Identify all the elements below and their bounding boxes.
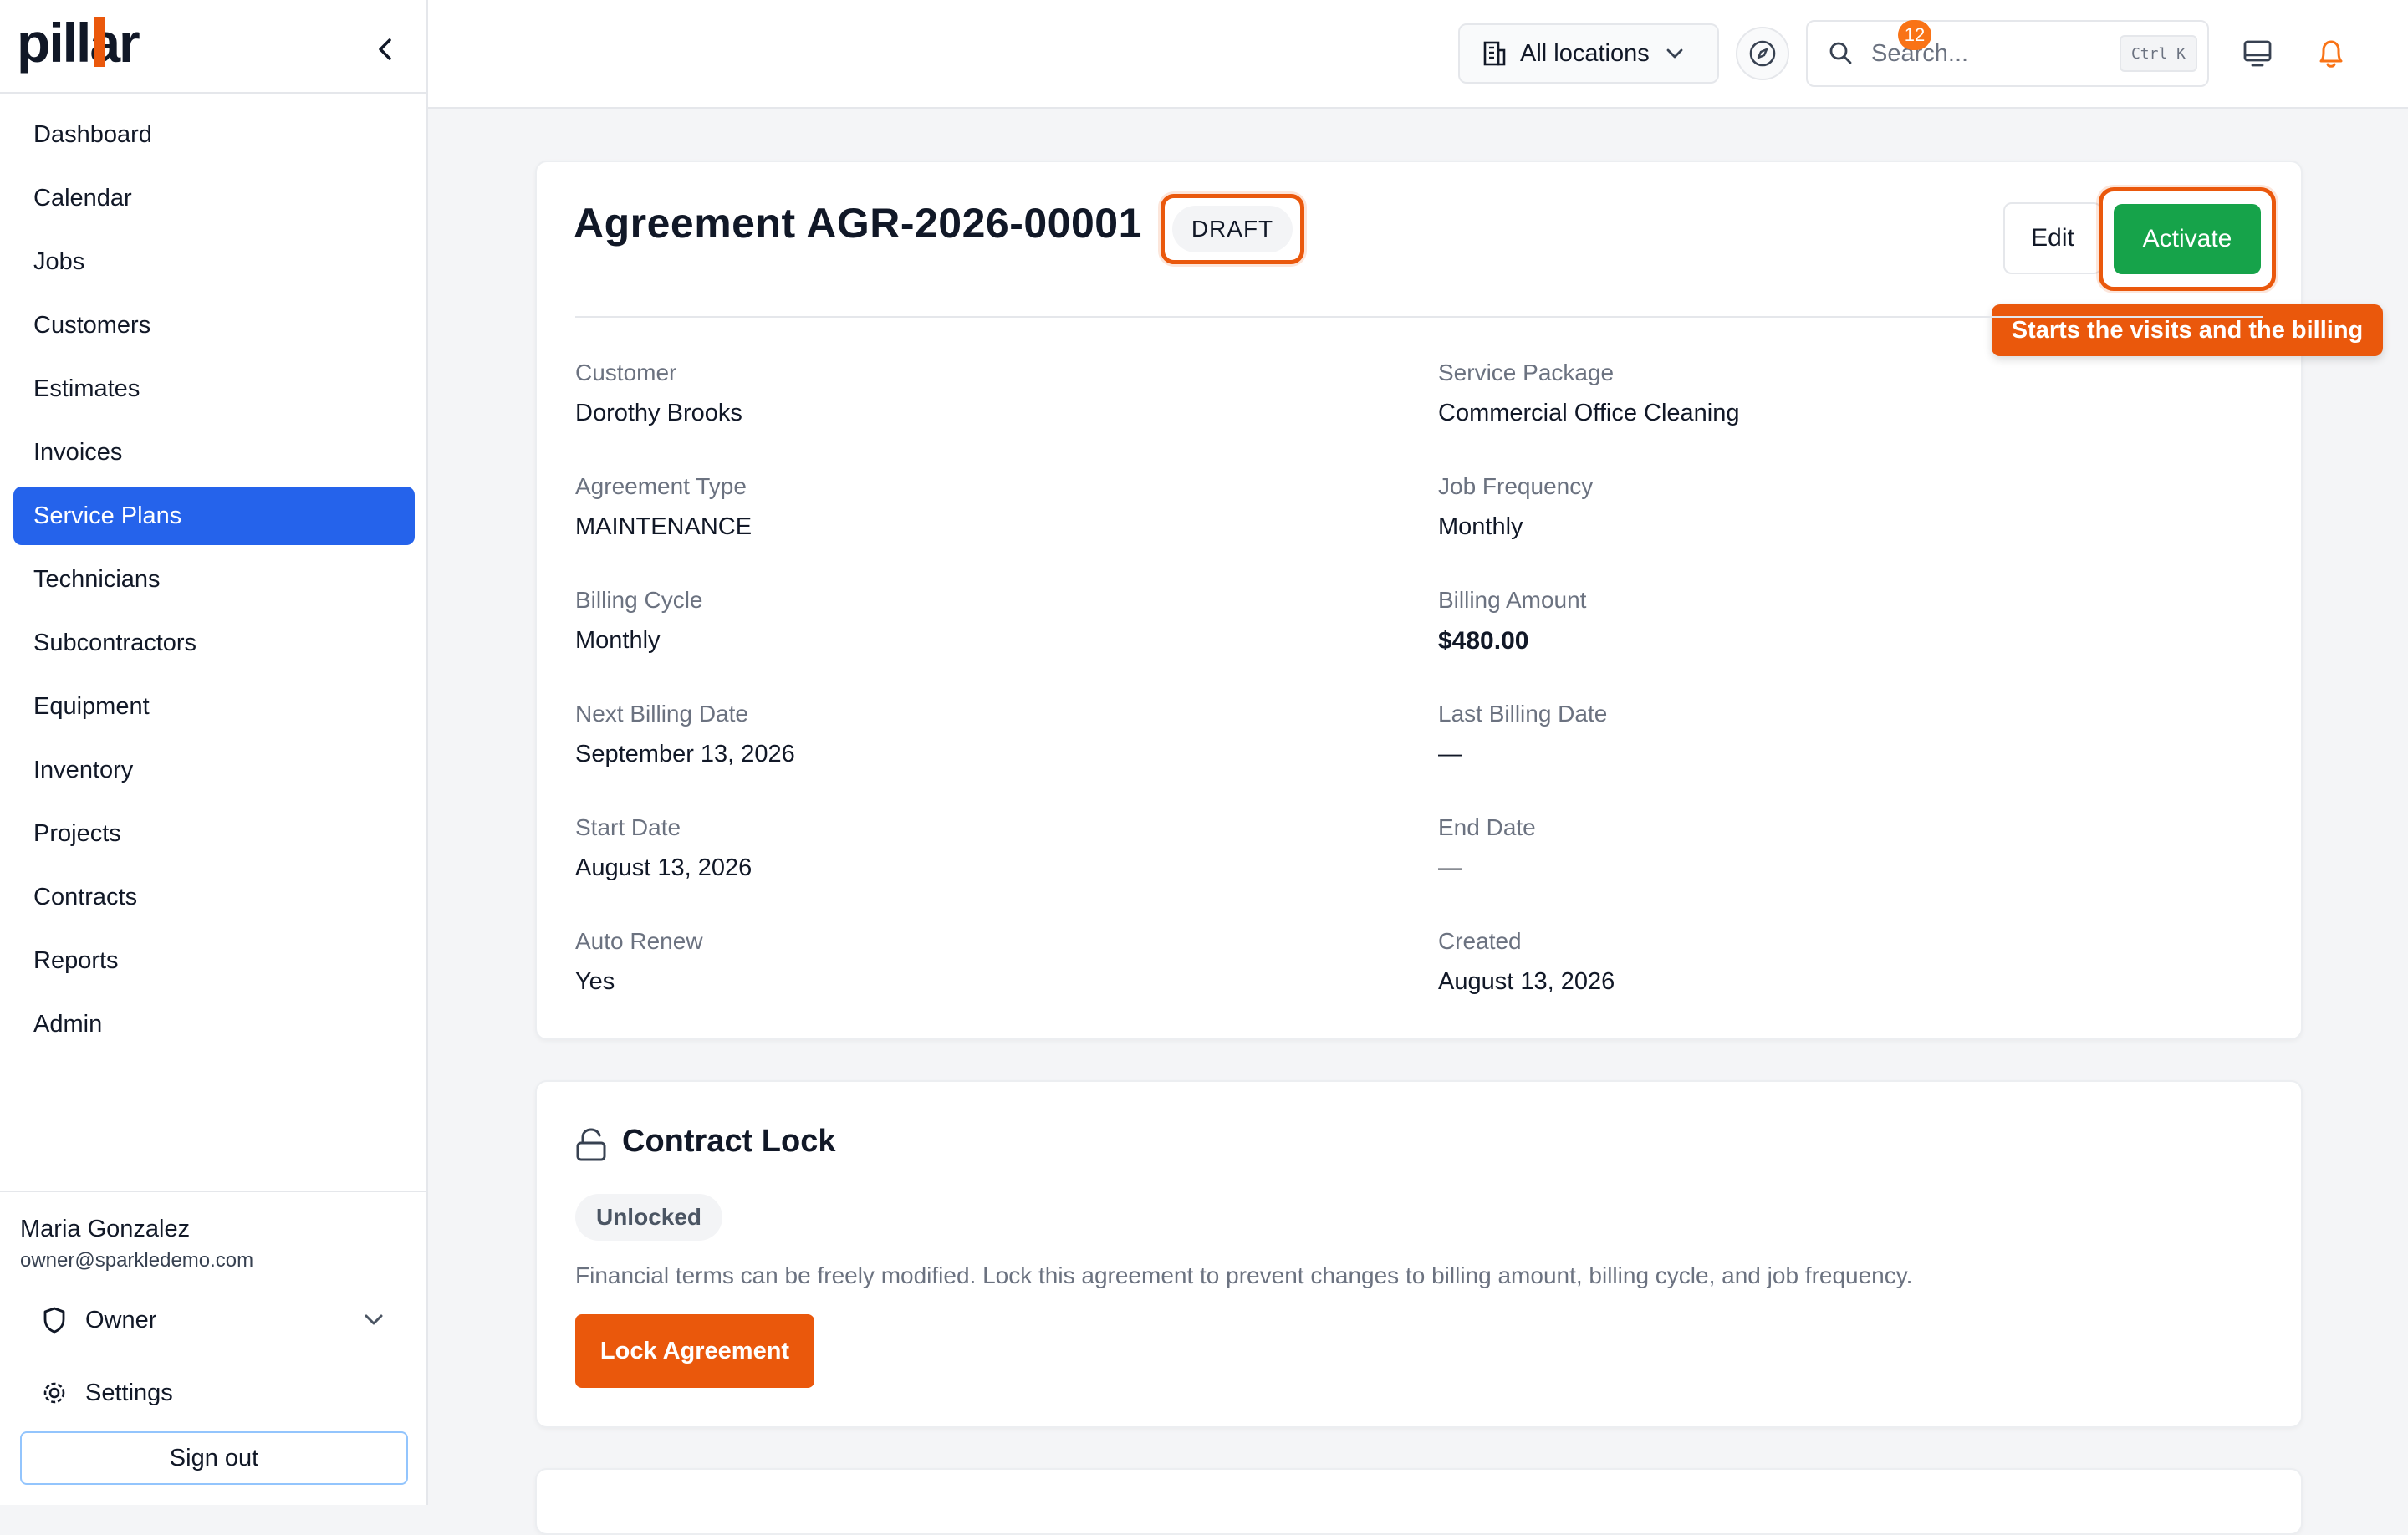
field-value: MAINTENANCE [575,513,752,540]
sidebar-item-projects[interactable]: Projects [13,804,415,863]
sidebar-item-estimates[interactable]: Estimates [13,360,415,418]
field-label: Job Frequency [1438,473,1594,499]
monitor-icon [2243,40,2272,67]
sidebar-divider [0,92,426,94]
header-divider [575,316,2263,318]
chevron-down-icon [365,1314,383,1325]
field-value: Yes [575,968,615,995]
chevron-down-icon [1666,48,1683,59]
sidebar-item-jobs[interactable]: Jobs [13,232,415,291]
field-label: Agreement Type [575,473,747,499]
user-email: owner@sparkledemo.com [20,1249,254,1272]
contract-lock-title: Contract Lock [622,1124,836,1159]
field-value: August 13, 2026 [1438,968,1615,995]
role-label: Owner [85,1306,157,1334]
field-end-date: End Date — [1438,814,1536,882]
field-value: Monthly [575,627,661,654]
field-label: Created [1438,928,1522,954]
topbar: All locations Ctrl K [428,0,2408,109]
sidebar-item-invoices[interactable]: Invoices [13,423,415,482]
monitor-button[interactable] [2237,33,2278,74]
building-icon [1483,41,1506,66]
shield-icon [43,1307,65,1334]
location-select[interactable]: All locations [1458,23,1719,84]
field-label: Start Date [575,814,681,840]
location-select-value: All locations [1520,39,1650,67]
field-last-billing-date: Last Billing Date — [1438,701,1607,768]
activate-button[interactable]: Activate [2114,204,2261,274]
field-agreement-type: Agreement Type MAINTENANCE [575,473,752,541]
field-customer: Customer Dorothy Brooks [575,360,742,427]
sidebar-footer-divider [0,1191,426,1192]
brand-logo[interactable]: pillar [17,12,176,82]
settings-label: Settings [85,1379,173,1406]
bell-icon [2319,40,2343,68]
sidebar-item-dashboard[interactable]: Dashboard [13,105,415,164]
svg-text:pillar: pillar [17,13,140,74]
contract-lock-description: Financial terms can be freely modified. … [575,1262,1913,1288]
chevron-left-icon [379,38,391,60]
field-start-date: Start Date August 13, 2026 [575,814,752,882]
sidebar-item-technicians[interactable]: Technicians [13,550,415,609]
field-job-frequency: Job Frequency Monthly [1438,473,1593,541]
field-service-package: Service Package Commercial Office Cleani… [1438,360,1740,427]
sidebar-item-calendar[interactable]: Calendar [13,169,415,227]
sidebar-item-contracts[interactable]: Contracts [13,868,415,926]
lock-agreement-button[interactable]: Lock Agreement [575,1314,814,1388]
pillar-logo-icon: pillar [17,13,141,74]
notification-count-badge: 12 [1898,20,1931,50]
field-auto-renew: Auto Renew Yes [575,928,703,996]
field-label: End Date [1438,814,1536,840]
field-label: Customer [575,360,677,385]
field-label: Next Billing Date [575,701,748,727]
agreement-details-card [535,161,2303,1040]
role-select[interactable]: Owner [42,1301,385,1339]
sidebar-nav: Dashboard Calendar Jobs Customers Estima… [13,105,415,1058]
field-billing-cycle: Billing Cycle Monthly [575,587,703,655]
sidebar-item-reports[interactable]: Reports [13,931,415,990]
sign-out-button[interactable]: Sign out [20,1431,408,1485]
field-value: September 13, 2026 [575,741,795,768]
sidebar-item-subcontractors[interactable]: Subcontractors [13,614,415,672]
edit-button[interactable]: Edit [2003,202,2102,274]
settings-link[interactable]: Settings [42,1374,293,1411]
sidebar-item-equipment[interactable]: Equipment [13,677,415,736]
compass-icon [1749,40,1776,67]
gear-icon [43,1382,65,1404]
field-value: Commercial Office Cleaning [1438,400,1740,426]
sidebar-item-admin[interactable]: Admin [13,995,415,1053]
field-value: Monthly [1438,513,1523,540]
field-value: August 13, 2026 [575,854,752,881]
field-value: — [1438,741,1462,768]
field-created: Created August 13, 2026 [1438,928,1615,996]
search-box: Ctrl K [1806,20,2209,87]
activate-callout: Starts the visits and the billing [1992,304,2383,356]
field-next-billing-date: Next Billing Date September 13, 2026 [575,701,795,768]
field-value: Dorothy Brooks [575,400,742,426]
search-shortcut-hint: Ctrl K [2119,35,2197,72]
unlock-icon [576,1128,606,1161]
status-badge: DRAFT [1172,206,1293,252]
field-label: Service Package [1438,360,1615,385]
field-label: Auto Renew [575,928,703,954]
compass-button[interactable] [1736,27,1789,80]
sidebar-item-service-plans[interactable]: Service Plans [13,487,415,545]
user-name: Maria Gonzalez [20,1216,191,1242]
collapse-sidebar-button[interactable] [368,32,403,67]
field-label: Billing Amount [1438,587,1587,613]
field-value: — [1438,854,1462,881]
field-label: Billing Cycle [575,587,703,613]
sidebar-item-inventory[interactable]: Inventory [13,741,415,799]
next-section-card [535,1468,2303,1535]
field-billing-amount: Billing Amount $480.00 [1438,587,1586,655]
notifications-button[interactable] [2309,32,2353,75]
sidebar: pillar Dashboard Calendar Jobs Customers… [0,0,428,1505]
field-value: $480.00 [1438,627,1529,655]
sidebar-item-customers[interactable]: Customers [13,296,415,354]
search-icon [1829,42,1852,64]
page-title: Agreement AGR-2026-00001 [574,200,1142,247]
lock-status-badge: Unlocked [575,1194,722,1241]
field-label: Last Billing Date [1438,701,1608,727]
